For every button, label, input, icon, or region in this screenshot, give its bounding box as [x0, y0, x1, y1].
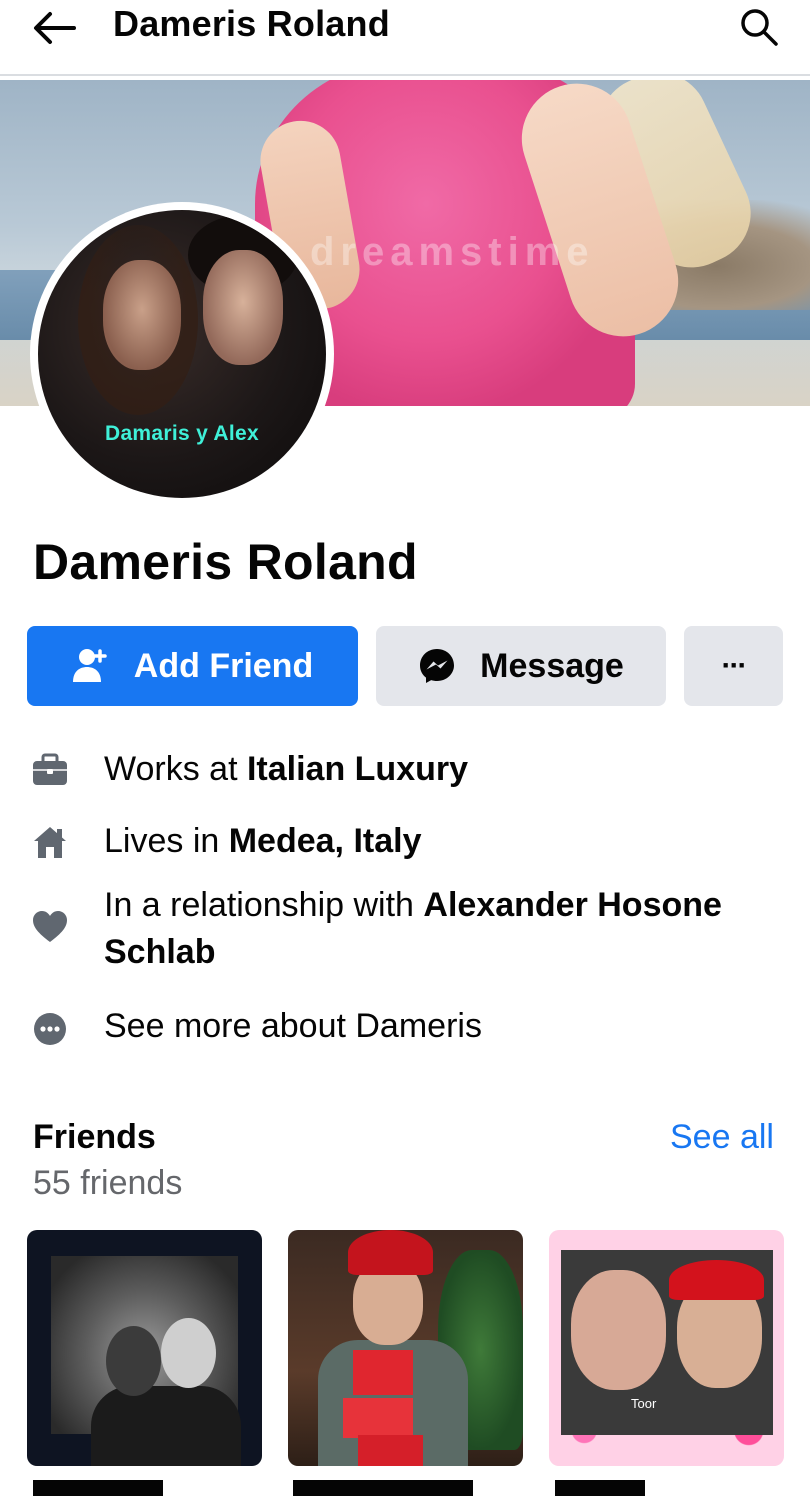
add-person-icon — [72, 647, 110, 685]
friends-section-title: Friends — [33, 1118, 156, 1156]
top-app-bar: Dameris Roland — [0, 0, 810, 76]
friend-photo-1 — [51, 1256, 241, 1466]
home-place-link[interactable]: Medea, Italy — [229, 822, 422, 860]
work-text: Works at Italian Luxury — [104, 746, 784, 793]
friend-card-3[interactable]: Toor — [549, 1230, 784, 1466]
profile-name: Dameris Roland — [33, 534, 418, 590]
home-prefix: Lives in — [104, 822, 229, 860]
friend-name-2-cutoff — [293, 1480, 473, 1496]
friend-photo-2-gift — [353, 1350, 413, 1395]
avatar-caption: Damaris y Alex — [104, 422, 259, 445]
friend-name-1-cutoff — [33, 1480, 163, 1496]
friend-card-1[interactable] — [27, 1230, 262, 1466]
search-icon — [741, 9, 778, 46]
back-button[interactable] — [30, 8, 80, 48]
more-options-button[interactable]: ··· — [684, 626, 783, 706]
friend-photo-2-gift — [343, 1398, 413, 1438]
page-title: Dameris Roland — [113, 3, 390, 44]
friend-photo-1-face-right — [161, 1318, 216, 1388]
work-prefix: Works at — [104, 750, 247, 788]
relationship-row[interactable]: In a relationship with Alexander Hosone … — [0, 882, 810, 978]
more-dots-icon: ··· — [721, 649, 748, 682]
see-more-row[interactable]: See more about Dameris — [0, 1003, 810, 1053]
avatar-face-left — [103, 260, 181, 370]
relationship-prefix: In a relationship with — [104, 886, 424, 924]
add-friend-label: Add Friend — [133, 646, 314, 685]
friend-name-3-cutoff — [555, 1480, 645, 1496]
friends-count: 55 friends — [33, 1164, 183, 1202]
cover-watermark: dreamstime — [310, 230, 595, 274]
back-arrow-icon — [34, 12, 76, 44]
see-more-text: See more about Dameris — [104, 1007, 482, 1045]
home-row[interactable]: Lives in Medea, Italy — [0, 818, 810, 868]
friend-photo-3-face-left — [571, 1270, 666, 1390]
work-place-link[interactable]: Italian Luxury — [247, 750, 468, 788]
friend-photo-1-face-left — [106, 1326, 161, 1396]
add-friend-button[interactable]: Add Friend — [27, 626, 358, 706]
friend-card-2[interactable] — [288, 1230, 523, 1466]
profile-avatar[interactable]: Damaris y Alex — [38, 210, 326, 498]
home-text: Lives in Medea, Italy — [104, 818, 784, 865]
message-label: Message — [480, 646, 624, 685]
friend-photo-3-santa-hat — [669, 1260, 764, 1300]
messenger-icon — [418, 647, 456, 685]
heart-icon — [32, 909, 68, 945]
avatar-face-right — [203, 250, 283, 365]
more-circle-icon — [32, 1011, 68, 1047]
friend-photo-2-gift — [358, 1435, 423, 1466]
briefcase-icon — [32, 752, 68, 788]
search-button[interactable] — [738, 6, 780, 48]
friend-photo-2-santa-hat — [348, 1230, 433, 1275]
relationship-text: In a relationship with Alexander Hosone … — [104, 882, 784, 976]
see-all-friends-link[interactable]: See all — [670, 1118, 774, 1157]
friend-photo-1-bodies — [91, 1386, 241, 1466]
home-icon — [32, 824, 68, 860]
friend-photo-3-caption: Toor — [631, 1396, 657, 1411]
work-row[interactable]: Works at Italian Luxury — [0, 746, 810, 796]
message-button[interactable]: Message — [376, 626, 666, 706]
